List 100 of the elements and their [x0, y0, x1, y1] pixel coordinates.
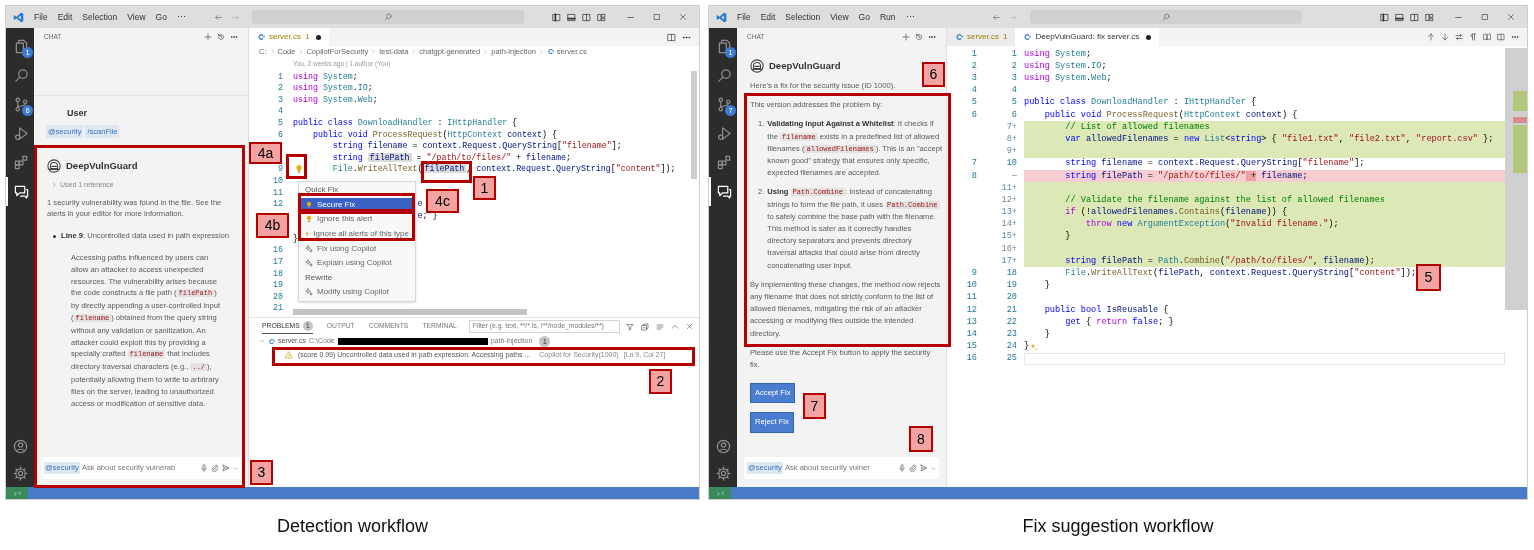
settings-icon[interactable]: [12, 466, 28, 481]
line-number: 6: [1011, 108, 1017, 122]
menu-item[interactable]: Go: [155, 10, 167, 24]
search-field[interactable]: [252, 10, 524, 24]
quick-fix-item[interactable]: Ignore this alert: [299, 212, 415, 227]
code-line: e: [417, 198, 423, 211]
panel-layout-icon[interactable]: [582, 12, 591, 22]
line-number: 13+: [1001, 206, 1017, 219]
filter-icon[interactable]: [626, 322, 634, 331]
book-icon[interactable]: [1483, 33, 1491, 41]
line-number: 21: [273, 302, 283, 315]
send-icon[interactable]: [920, 464, 928, 472]
panel-layout-icon[interactable]: [552, 12, 561, 22]
sparkle-icon: [305, 288, 313, 297]
line-number: 10: [1006, 157, 1017, 171]
code-line: throw new ArgumentException("Invalid filename.");: [1084, 218, 1339, 232]
code-line: }: [1024, 340, 1030, 354]
more-icon[interactable]: [928, 33, 936, 41]
chevron-down-icon[interactable]: [233, 465, 238, 471]
more-icon[interactable]: [1511, 33, 1519, 41]
menu-item[interactable]: Edit: [57, 10, 73, 24]
panel-layout-icon[interactable]: [1380, 12, 1389, 22]
csharp-file-icon: [268, 337, 275, 345]
swap-icon[interactable]: [1455, 33, 1463, 41]
quick-fix-item[interactable]: Ignore all alerts of this type: [299, 226, 415, 242]
more-icon[interactable]: [230, 33, 238, 41]
menu-item[interactable]: Edit: [760, 10, 776, 24]
code-line: }: [1043, 279, 1050, 293]
code-line: using System;: [293, 70, 358, 83]
menu-item[interactable]: ⋯: [905, 10, 915, 24]
chevron-down-icon[interactable]: [931, 465, 936, 471]
lightbulb-icon[interactable]: [294, 163, 304, 174]
split-editor-icon[interactable]: [1497, 33, 1505, 41]
pilcrow-icon[interactable]: [1469, 33, 1477, 41]
settings-icon[interactable]: [715, 466, 731, 481]
line-number: 8+: [1006, 132, 1017, 146]
code-line: }: [293, 232, 298, 245]
scrollbar-thumb[interactable]: [691, 71, 697, 179]
search-field[interactable]: [1030, 10, 1303, 24]
menu-item[interactable]: File: [737, 10, 751, 24]
collapse-all-icon[interactable]: [641, 322, 649, 331]
back-arrow-icon[interactable]: [992, 12, 1002, 22]
source-control-icon: [13, 97, 29, 112]
account-icon[interactable]: [715, 439, 731, 454]
plus-icon[interactable]: [204, 33, 212, 41]
message-author: User: [67, 107, 88, 120]
down-arrow-icon[interactable]: [1441, 33, 1449, 41]
paperclip-icon[interactable]: [909, 464, 917, 472]
editor-tab[interactable]: server.cs 1: [249, 28, 330, 46]
menu-item[interactable]: View: [127, 10, 146, 24]
paperclip-icon[interactable]: [211, 464, 219, 472]
extensions-icon: [13, 155, 29, 170]
editor-tab[interactable]: DeepVulnGuard: fix server.cs: [1015, 28, 1160, 46]
quick-fix-item[interactable]: Fix using Copilot: [299, 241, 415, 256]
panel-layout-icon[interactable]: [567, 12, 576, 22]
maximize-icon[interactable]: [1481, 12, 1489, 21]
send-icon[interactable]: [222, 464, 230, 472]
bot-avatar-icon: [750, 59, 764, 73]
scrollbar-thumb[interactable]: [293, 309, 527, 315]
history-icon[interactable]: [217, 33, 225, 41]
close-icon[interactable]: [1507, 12, 1515, 21]
line-number: 14+: [1001, 218, 1017, 232]
quick-fix-item[interactable]: Modify using Copilot: [299, 285, 415, 300]
plus-icon[interactable]: [902, 33, 910, 41]
code-line: string filePath = "/path/to/files/" + filename;: [332, 151, 571, 164]
line-number: 18: [1006, 267, 1017, 280]
menu-item[interactable]: View: [830, 10, 849, 24]
layout-grid-icon[interactable]: [597, 12, 606, 22]
menu-item[interactable]: ⋯: [176, 10, 186, 24]
problem-count: 1: [305, 31, 310, 43]
microphone-icon[interactable]: [898, 464, 906, 472]
line-number: 15+: [1001, 230, 1017, 244]
layout-grid-icon[interactable]: [1425, 12, 1434, 22]
quick-fix-item[interactable]: Explain using Copilot: [299, 255, 415, 271]
close-icon[interactable]: [679, 12, 687, 21]
message-author: DeepVulnGuard: [769, 59, 841, 73]
microphone-icon[interactable]: [200, 464, 208, 472]
menu-item[interactable]: Selection: [785, 10, 821, 24]
maximize-icon[interactable]: [653, 12, 661, 21]
back-arrow-icon[interactable]: [214, 12, 223, 22]
close-icon[interactable]: [686, 323, 693, 330]
line-number: 3: [278, 93, 283, 106]
menu-item[interactable]: Run: [879, 10, 896, 24]
csharp-file-icon: [546, 48, 554, 55]
menu-item[interactable]: Selection: [82, 10, 118, 24]
up-arrow-icon[interactable]: [1427, 33, 1435, 41]
panel-layout-icon[interactable]: [1395, 12, 1404, 22]
line-number: 21: [1006, 303, 1017, 317]
line-number: 6: [971, 108, 977, 122]
sparkle-icon: [305, 244, 313, 253]
panel-layout-icon[interactable]: [1410, 12, 1419, 22]
history-icon[interactable]: [915, 33, 923, 41]
line-number: 10: [273, 174, 283, 187]
search-icon: [716, 68, 732, 83]
line-number: 11: [966, 291, 977, 305]
account-icon[interactable]: [12, 439, 28, 454]
menu-item[interactable]: Go: [858, 10, 870, 24]
editor-tab[interactable]: server.cs 1: [947, 28, 1016, 46]
split-editor-icon[interactable]: [667, 32, 676, 42]
menu-item[interactable]: File: [34, 10, 48, 24]
